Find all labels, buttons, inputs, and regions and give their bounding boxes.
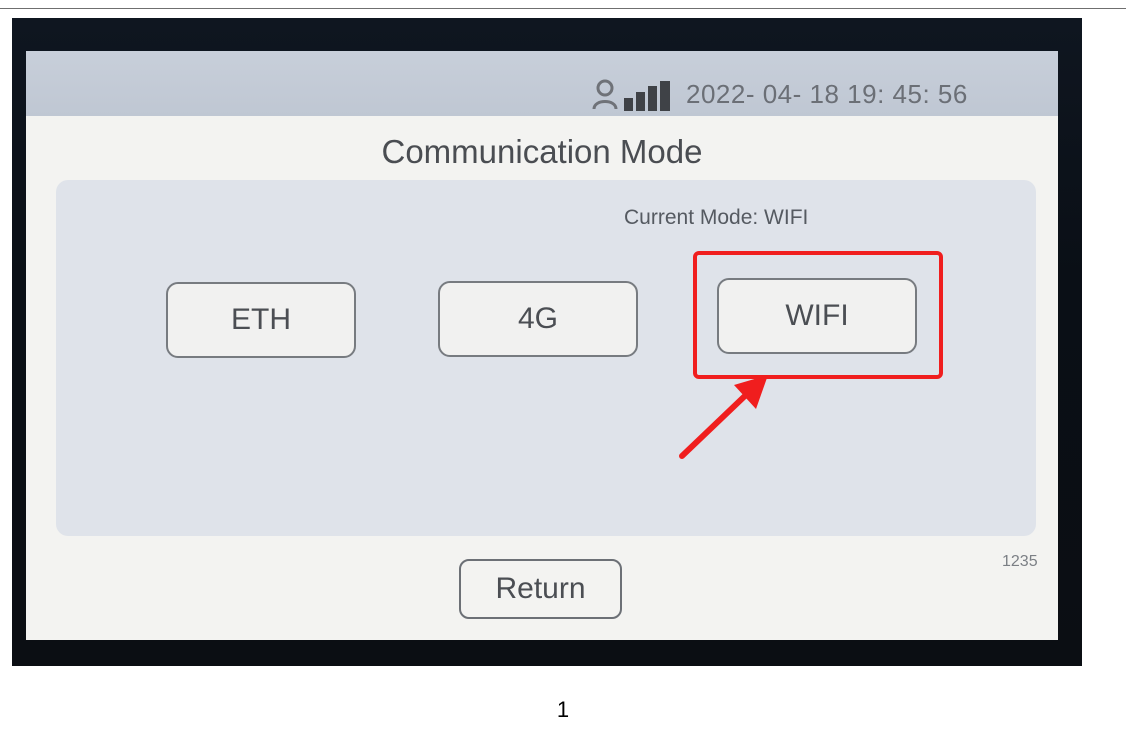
return-button[interactable]: Return xyxy=(459,559,622,619)
annotation-arrow-icon xyxy=(679,375,768,459)
eth-mode-button[interactable]: ETH xyxy=(166,282,356,358)
current-mode-label: Current Mode: WIFI xyxy=(624,206,809,229)
annotation-highlight-box xyxy=(693,251,943,379)
device-screen: 2022- 04- 18 19: 45: 56 Communication Mo… xyxy=(26,51,1058,640)
document-page-number: 1 xyxy=(556,697,570,722)
page-top-rule xyxy=(0,8,1126,9)
screen-page-code: 1235 xyxy=(1002,553,1038,570)
user-icon xyxy=(592,79,618,110)
4g-mode-button[interactable]: 4G xyxy=(438,281,638,357)
status-datetime: 2022- 04- 18 19: 45: 56 xyxy=(686,79,968,109)
status-bar: 2022- 04- 18 19: 45: 56 xyxy=(26,51,1058,116)
signal-strength-icon xyxy=(624,81,670,111)
page-title: Communication Mode xyxy=(381,133,703,170)
